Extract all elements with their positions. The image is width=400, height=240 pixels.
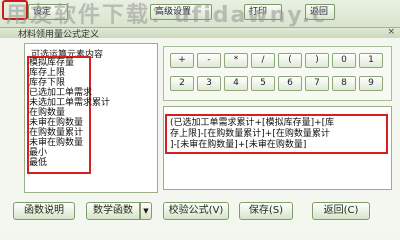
list-item[interactable]: 模拟库存量 [29, 58, 74, 68]
close-icon[interactable]: × [387, 27, 395, 37]
key-5[interactable]: 5 [251, 76, 275, 91]
watermark-text: 用友软件下载：ufidawny.c [6, 3, 328, 28]
list-item[interactable]: 未选加工单需求累计 [29, 98, 110, 108]
list-item[interactable]: 最小 [29, 148, 47, 158]
key-7[interactable]: 7 [305, 76, 329, 91]
key-9[interactable]: 9 [359, 76, 383, 91]
key-multiply[interactable]: * [224, 53, 248, 68]
list-item[interactable]: 在购数量 [29, 108, 65, 118]
formula-line: (已选加工单需求累计+[模拟库存量]+[库 [170, 118, 335, 128]
key-divide[interactable]: / [251, 53, 275, 68]
save-button[interactable]: 保存(S) [239, 202, 293, 220]
key-close-paren[interactable]: ) [305, 53, 329, 68]
key-4[interactable]: 4 [224, 76, 248, 91]
key-0[interactable]: 0 [332, 53, 356, 68]
back-button[interactable]: 返回(C) [312, 202, 370, 220]
list-item[interactable]: 在购数量累计 [29, 128, 83, 138]
key-minus[interactable]: - [197, 53, 221, 68]
chevron-down-icon[interactable]: ▼ [140, 202, 152, 220]
key-2[interactable]: 2 [170, 76, 194, 91]
key-1[interactable]: 1 [359, 53, 383, 68]
dialog-titlebar: 材料领用量公式定义 × [0, 27, 400, 40]
validate-hotkey: (V) [208, 205, 224, 216]
formula-editor[interactable]: (已选加工单需求累计+[模拟库存量]+[库 存上限]-[在购数量累计]+[在购数… [163, 106, 392, 190]
list-item[interactable]: 未审在购数量 [29, 118, 83, 128]
list-item[interactable]: 库存下限 [29, 78, 65, 88]
list-item[interactable]: 最低 [29, 158, 47, 168]
list-item[interactable]: 未审在购数量 [29, 138, 83, 148]
list-item[interactable]: 库存上限 [29, 68, 65, 78]
formula-line: ]-[未审在购数量]+[未审在购数量] [170, 140, 307, 150]
operator-keypad: + - * / ( ) 0 1 2 3 4 5 6 7 8 9 [163, 46, 392, 101]
list-item[interactable]: 已选加工单需求 [29, 88, 92, 98]
save-label: 保存 [248, 205, 269, 216]
back-label: 返回 [323, 205, 344, 216]
validate-formula-button[interactable]: 校验公式(V) [163, 202, 229, 220]
dialog-title: 材料领用量公式定义 [18, 30, 100, 40]
key-3[interactable]: 3 [197, 76, 221, 91]
formula-dialog: 材料领用量公式定义 × 可选运算元素内容 模拟库存量 库存上限 库存下限 已选加… [0, 27, 400, 232]
function-help-button[interactable]: 函数说明 [13, 202, 75, 220]
key-6[interactable]: 6 [278, 76, 302, 91]
key-plus[interactable]: + [170, 53, 194, 68]
save-hotkey: (S) [268, 205, 284, 216]
math-function-button[interactable]: 数学函数 [86, 202, 140, 220]
element-list-panel: 可选运算元素内容 模拟库存量 库存上限 库存下限 已选加工单需求 未选加工单需求… [24, 43, 158, 193]
key-open-paren[interactable]: ( [278, 53, 302, 68]
validate-label: 校验公式 [168, 205, 209, 216]
formula-line: 存上限]-[在购数量累计]+[在购数量累计 [170, 129, 330, 139]
key-8[interactable]: 8 [332, 76, 356, 91]
back-hotkey: (C) [343, 205, 359, 216]
